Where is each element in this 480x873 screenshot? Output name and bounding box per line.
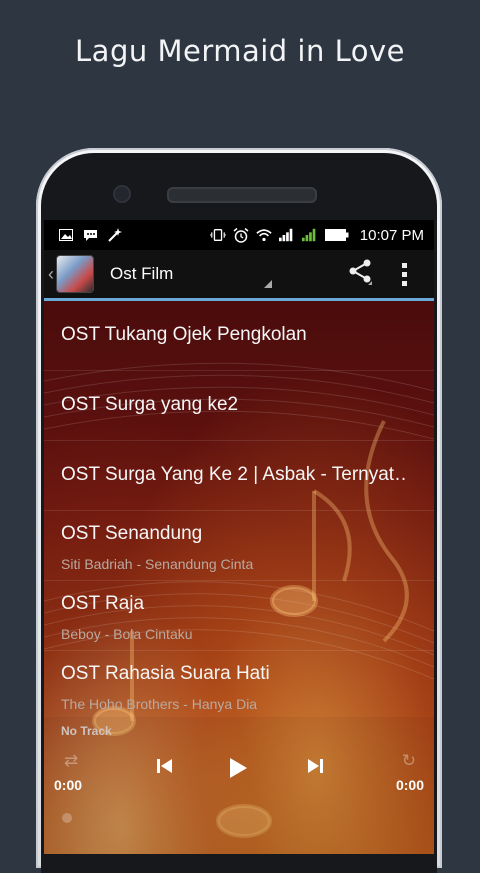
chevron-left-icon[interactable]: ‹ xyxy=(48,264,54,285)
wifi-icon xyxy=(256,228,272,242)
phone-screen: 10:07 PM ‹ Ost Film OST Tukang Ojek Peng… xyxy=(44,220,434,854)
player-controls: No Track ⇄ ↻ 0:00 0:00 xyxy=(44,717,434,854)
signal-icon xyxy=(301,228,318,242)
play-button[interactable] xyxy=(228,757,248,785)
share-icon[interactable] xyxy=(348,259,374,290)
song-title: OST Tukang Ojek Pengkolan xyxy=(61,324,307,345)
signal-icon xyxy=(278,228,295,242)
song-list: OST Tukang Ojek Pengkolan OST Surga yang… xyxy=(44,301,434,721)
status-bar: 10:07 PM xyxy=(44,220,434,250)
list-item[interactable]: OST Senandung Siti Badriah - Senandung C… xyxy=(44,511,434,581)
list-item[interactable]: OST Surga Yang Ke 2 | Asbak - Ternyat… xyxy=(44,441,434,511)
elapsed-time: 0:00 xyxy=(54,777,83,793)
shuffle-icon[interactable]: ⇄ xyxy=(64,751,78,771)
song-title: OST Surga Yang Ke 2 | Asbak - Ternyat… xyxy=(61,464,406,485)
song-title: OST Raja xyxy=(61,593,145,614)
list-item[interactable]: OST Raja Beboy - Bola Cintaku xyxy=(44,581,434,651)
previous-button[interactable] xyxy=(156,757,174,781)
playlist-spinner[interactable]: Ost Film xyxy=(110,264,272,288)
earpiece-speaker xyxy=(167,187,317,203)
next-button[interactable] xyxy=(306,757,324,781)
total-time: 0:00 xyxy=(395,777,424,793)
image-icon xyxy=(58,228,74,242)
list-item[interactable]: OST Rahasia Suara Hati The Hoho Brothers… xyxy=(44,651,434,721)
playlist-title: Ost Film xyxy=(110,264,174,283)
list-item[interactable]: OST Tukang Ojek Pengkolan xyxy=(44,301,434,371)
seek-thumb[interactable] xyxy=(62,813,72,823)
promo-headline: Lagu Mermaid in Love xyxy=(75,34,405,68)
song-title: OST Rahasia Suara Hati xyxy=(61,663,270,684)
front-camera xyxy=(113,185,131,203)
status-clock: 10:07 PM xyxy=(359,226,424,244)
alarm-icon xyxy=(233,227,249,243)
bbm-icon xyxy=(82,228,98,242)
song-title: OST Surga yang ke2 xyxy=(61,394,239,415)
track-label: No Track xyxy=(61,724,112,738)
battery-icon xyxy=(324,228,349,242)
repeat-icon[interactable]: ↻ xyxy=(402,751,416,771)
song-artist: Beboy - Bola Cintaku xyxy=(61,626,193,642)
action-bar: ‹ Ost Film xyxy=(44,250,434,301)
magic-wand-icon xyxy=(106,228,122,242)
overflow-menu-icon[interactable] xyxy=(402,262,408,286)
song-title: OST Senandung xyxy=(61,523,203,544)
song-artist: The Hoho Brothers - Hanya Dia xyxy=(61,696,258,712)
dropdown-triangle-icon xyxy=(264,280,272,288)
song-artist: Siti Badriah - Senandung Cinta xyxy=(61,556,254,572)
app-logo[interactable] xyxy=(56,255,94,293)
vibrate-icon xyxy=(209,228,226,242)
list-item[interactable]: OST Surga yang ke2 xyxy=(44,371,434,441)
